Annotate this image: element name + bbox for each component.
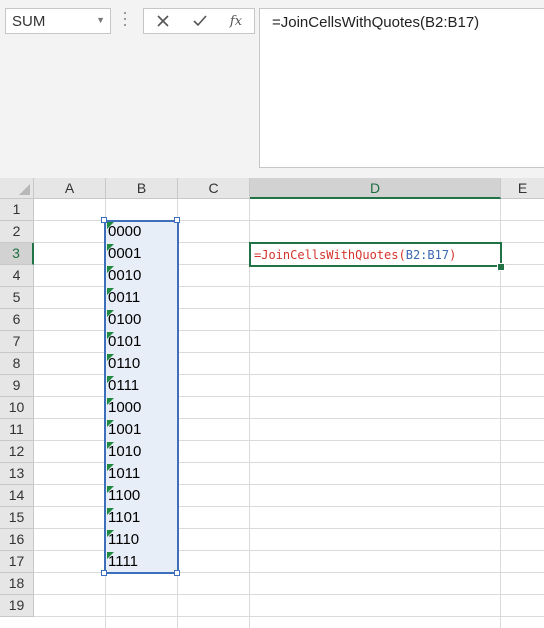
column-header-c[interactable]: C xyxy=(178,178,250,199)
formula-text: =JoinCellsWithQuotes(B2:B17) xyxy=(272,14,480,31)
row-header-4[interactable]: 4 xyxy=(0,265,34,287)
chevron-down-icon[interactable]: ▼ xyxy=(96,15,105,25)
row-header-6[interactable]: 6 xyxy=(0,309,34,331)
spreadsheet-grid[interactable]: A B C D E 1 2 3 4 5 6 7 8 9 10 11 12 13 … xyxy=(0,178,544,628)
active-cell-d3[interactable]: =JoinCellsWithQuotes(B2:B17) xyxy=(249,242,502,267)
range-resize-handle[interactable] xyxy=(174,570,180,576)
name-box-value: SUM xyxy=(12,13,46,30)
drag-handle-icon[interactable] xyxy=(124,12,127,32)
cancel-icon[interactable] xyxy=(145,9,181,33)
formula-buttons: fx xyxy=(143,8,255,34)
cell-edit-text[interactable]: =JoinCellsWithQuotes(B2:B17) xyxy=(254,246,456,265)
formula-range-ref: B2:B17 xyxy=(405,248,450,262)
row-header-3[interactable]: 3 xyxy=(0,243,34,265)
fx-icon: fx xyxy=(229,13,243,29)
select-all-corner[interactable] xyxy=(0,178,34,199)
row-header-12[interactable]: 12 xyxy=(0,441,34,463)
row-header-1[interactable]: 1 xyxy=(0,199,34,221)
enter-icon[interactable] xyxy=(182,9,218,33)
row-header-14[interactable]: 14 xyxy=(0,485,34,507)
row-header-17[interactable]: 17 xyxy=(0,551,34,573)
row-header-9[interactable]: 9 xyxy=(0,375,34,397)
row-header-15[interactable]: 15 xyxy=(0,507,34,529)
formula-bar-area: SUM ▼ fx =JoinCellsWithQuotes(B2:B17) xyxy=(0,0,544,178)
column-header-d[interactable]: D xyxy=(250,178,501,199)
range-resize-handle[interactable] xyxy=(101,217,107,223)
row-header-13[interactable]: 13 xyxy=(0,463,34,485)
range-resize-handle[interactable] xyxy=(174,217,180,223)
row-header-10[interactable]: 10 xyxy=(0,397,34,419)
formula-suffix: ) xyxy=(449,248,457,262)
fill-handle[interactable] xyxy=(497,263,505,271)
row-header-2[interactable]: 2 xyxy=(0,221,34,243)
row-header-11[interactable]: 11 xyxy=(0,419,34,441)
range-reference-border xyxy=(104,220,179,574)
row-header-8[interactable]: 8 xyxy=(0,353,34,375)
column-header-a[interactable]: A xyxy=(34,178,106,199)
range-resize-handle[interactable] xyxy=(101,570,107,576)
name-box[interactable]: SUM ▼ xyxy=(5,8,111,34)
insert-function-button[interactable]: fx xyxy=(218,9,254,33)
row-header-5[interactable]: 5 xyxy=(0,287,34,309)
row-header-16[interactable]: 16 xyxy=(0,529,34,551)
formula-prefix: =JoinCellsWithQuotes( xyxy=(254,248,406,262)
column-header-e[interactable]: E xyxy=(501,178,544,199)
row-header-19[interactable]: 19 xyxy=(0,595,34,617)
row-header-7[interactable]: 7 xyxy=(0,331,34,353)
formula-input[interactable]: =JoinCellsWithQuotes(B2:B17) xyxy=(259,8,544,168)
column-header-b[interactable]: B xyxy=(106,178,178,199)
row-header-18[interactable]: 18 xyxy=(0,573,34,595)
